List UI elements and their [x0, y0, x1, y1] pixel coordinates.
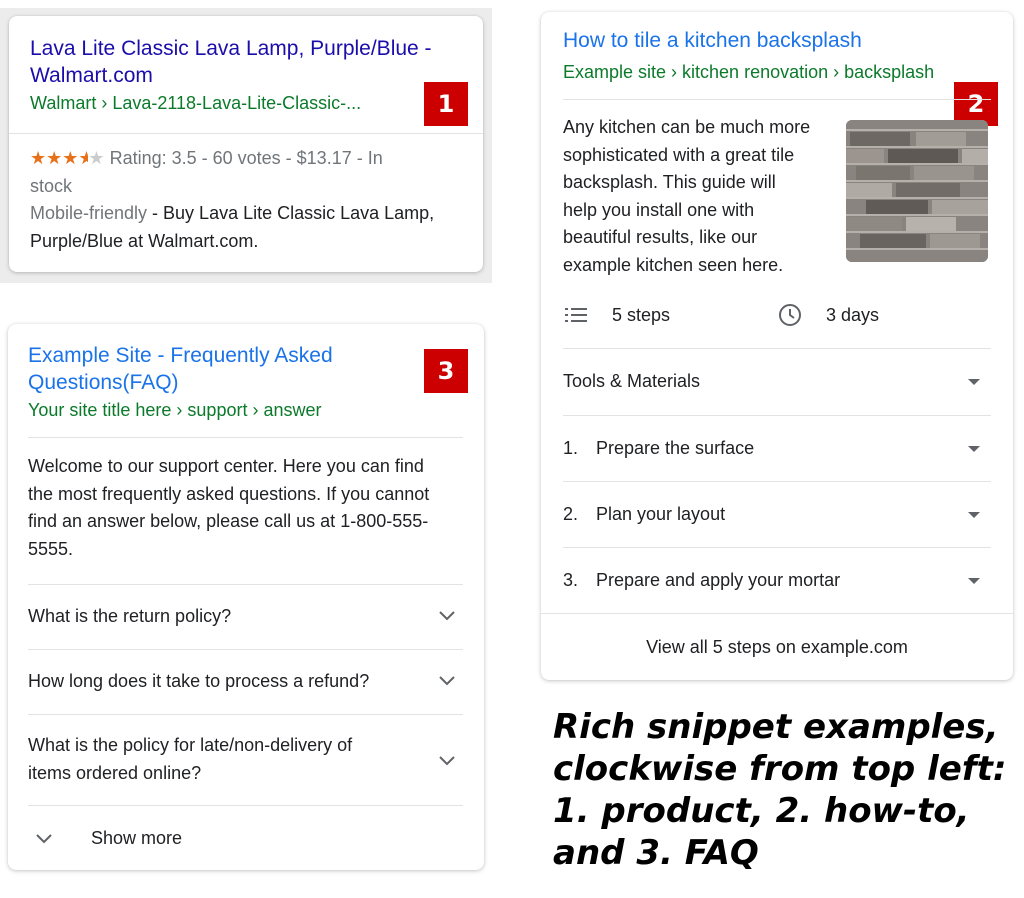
- caret-down-icon: [968, 379, 980, 385]
- view-all-steps-link[interactable]: View all 5 steps on example.com: [541, 637, 1013, 658]
- backsplash-tile-image[interactable]: [846, 120, 988, 262]
- howto-divider-top: [563, 99, 991, 100]
- show-more-button[interactable]: Show more: [28, 806, 463, 866]
- howto-desc-line: backsplash. This guide will: [563, 172, 776, 192]
- caret-down-icon: [968, 512, 980, 518]
- chevron-down-icon: [439, 676, 455, 686]
- show-more-label: Show more: [91, 828, 183, 848]
- howto-breadcrumb[interactable]: Example site › kitchen renovation › back…: [563, 60, 963, 84]
- faq-desc-line: Welcome to our support center. Here you …: [28, 456, 424, 476]
- faq-desc-line: find an answer below, please call us at …: [28, 511, 429, 531]
- faq-question-row-2[interactable]: How long does it take to process a refun…: [28, 650, 463, 714]
- howto-desc-line: sophisticated with a great tile: [563, 144, 795, 165]
- faq-question-row-1[interactable]: What is the return policy?: [28, 585, 463, 649]
- howto-desc-line: beautiful results, like our: [563, 227, 758, 247]
- product-desc-line2: Purple/Blue at Walmart.com.: [30, 230, 259, 251]
- howto-desc-line: example kitchen seen here.: [563, 254, 784, 275]
- product-rating: ★★★★★ Rating: 3.5 - 60 votes - $13.17 - …: [30, 145, 470, 255]
- product-title-line1: Lava Lite Classic Lava Lamp, Purple/Blue…: [30, 37, 432, 60]
- tools-materials-label: Tools & Materials: [563, 371, 701, 391]
- step-label: Prepare the surface: [596, 438, 755, 458]
- caption-line: 1. product, 2. how-to,: [553, 791, 970, 831]
- rating-stars: ★★★: [30, 148, 79, 168]
- chevron-down-icon: [36, 834, 52, 844]
- step-row-2[interactable]: 2. Plan your layout: [563, 482, 991, 548]
- product-title[interactable]: Lava Lite Classic Lava Lamp, Purple/Blue…: [30, 35, 470, 89]
- faq-desc-line: the most frequently asked questions. If …: [28, 483, 430, 504]
- faq-question: What is the return policy?: [28, 606, 232, 626]
- faq-title-line1: Example Site - Frequently Asked: [28, 344, 333, 367]
- caret-down-icon: [968, 446, 980, 452]
- faq-desc-line: 5555.: [28, 538, 74, 559]
- product-breadcrumb[interactable]: Walmart › Lava-2118-Lava-Lite-Classic-..…: [30, 91, 390, 115]
- caption-line: Rich snippet examples,: [553, 707, 999, 747]
- caption: Rich snippet examples, clockwise from to…: [553, 706, 1013, 874]
- product-desc-line1: - Buy Lava Lite Classic Lava Lamp,: [147, 203, 435, 223]
- faq-badge: 3: [424, 349, 468, 393]
- rating-text-line2: stock: [30, 175, 73, 196]
- steps-count: 5 steps: [612, 305, 671, 325]
- chevron-down-icon: [439, 756, 455, 766]
- faq-title-line2: Questions(FAQ): [28, 371, 179, 394]
- tools-materials-row[interactable]: Tools & Materials: [563, 349, 991, 415]
- product-badge: 1: [424, 82, 468, 126]
- duration: 3 days: [826, 305, 880, 325]
- rating-text-line1: Rating: 3.5 - 60 votes - $13.17 - In: [104, 148, 383, 168]
- caret-down-icon: [968, 578, 980, 584]
- faq-question-line2: items ordered online?: [28, 763, 202, 783]
- howto-title[interactable]: How to tile a kitchen backsplash: [563, 27, 983, 54]
- product-title-line2: Walmart.com: [30, 64, 153, 87]
- step-row-3[interactable]: 3. Prepare and apply your mortar: [563, 548, 991, 614]
- caption-line: clockwise from top left:: [553, 749, 1007, 789]
- faq-description: Welcome to our support center. Here you …: [28, 453, 468, 563]
- faq-question-row-3[interactable]: What is the policy for late/non-delivery…: [28, 715, 463, 805]
- howto-description: Any kitchen can be much more sophisticat…: [563, 114, 838, 279]
- step-number: 1.: [563, 438, 579, 458]
- rating-star-half: ★: [78, 148, 89, 168]
- faq-title[interactable]: Example Site - Frequently Asked Question…: [28, 342, 418, 396]
- step-label: Prepare and apply your mortar: [596, 570, 841, 590]
- list-icon: [565, 308, 587, 322]
- howto-desc-line: Any kitchen can be much more: [563, 117, 811, 137]
- faq-question: How long does it take to process a refun…: [28, 671, 370, 691]
- caption-line: and 3. FAQ: [553, 833, 759, 873]
- howto-divider-bottom: [541, 613, 1013, 614]
- step-label: Plan your layout: [596, 504, 726, 524]
- faq-breadcrumb[interactable]: Your site title here › support › answer: [28, 398, 428, 422]
- clock-icon: [779, 304, 801, 326]
- step-number: 3.: [563, 570, 579, 590]
- chevron-down-icon: [439, 611, 455, 621]
- mobile-friendly-label: Mobile-friendly: [30, 203, 148, 223]
- rating-star-empty: ★: [88, 148, 105, 168]
- product-divider: [9, 133, 483, 134]
- step-number: 2.: [563, 504, 579, 524]
- faq-divider-top: [28, 437, 463, 438]
- howto-desc-line: help you install one with: [563, 199, 755, 220]
- faq-question-line1: What is the policy for late/non-delivery…: [28, 735, 353, 755]
- step-row-1[interactable]: 1. Prepare the surface: [563, 416, 991, 482]
